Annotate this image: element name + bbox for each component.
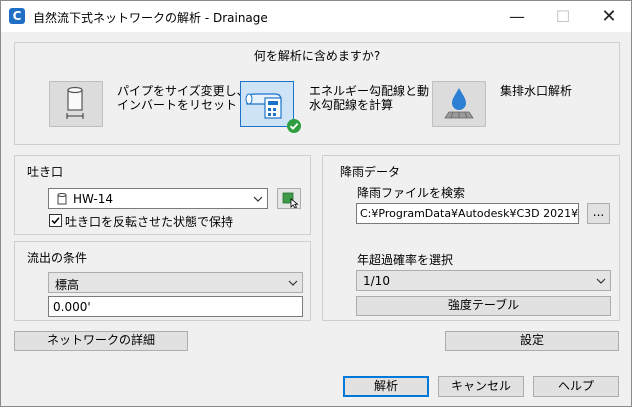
inlet-analysis-label: 集排水口解析 [500, 84, 573, 98]
chevron-down-icon [288, 280, 298, 286]
include-options-heading: 何を解析に含めますか? [253, 49, 381, 63]
rainfall-file-label: 降雨ファイルを検索 [357, 186, 466, 200]
outlet-structure-value: HW-14 [73, 192, 114, 206]
outlet-heading: 吐き口 [27, 165, 64, 179]
energy-grade-calc-icon [245, 93, 282, 119]
minimize-button[interactable]: — [494, 1, 540, 32]
settings-button[interactable]: 設定 [445, 331, 619, 351]
outlet-group: 吐き口 HW-14 吐き口を反転させた状態で保持 [14, 155, 311, 235]
rainfall-file-path-input[interactable]: C:¥ProgramData¥Autodesk¥C3D 2021¥jpn¥ [356, 203, 579, 224]
civil3d-app-icon: C [9, 8, 25, 24]
outflow-condition-group: 流出の条件 標高 0.000' [14, 241, 311, 321]
chevron-down-icon [253, 196, 263, 202]
pick-outlet-button[interactable] [277, 188, 301, 209]
cancel-button[interactable]: キャンセル [438, 376, 524, 397]
rainfall-data-group: 降雨データ 降雨ファイルを検索 C:¥ProgramData¥Autodesk¥… [322, 155, 620, 321]
outflow-condition-dropdown[interactable]: 標高 [48, 272, 303, 293]
resize-pipes-tile[interactable] [49, 81, 103, 127]
dialog-window: C 自然流下式ネットワークの解析 - Drainage — ☐ ✕ 何を解析に含… [0, 0, 632, 407]
reverse-outlet-label: 吐き口を反転させた状態で保持 [65, 215, 234, 229]
outflow-condition-heading: 流出の条件 [27, 251, 88, 265]
exceedance-probability-value: 1/10 [363, 274, 390, 288]
chevron-down-icon [596, 278, 606, 284]
title-bar: C 自然流下式ネットワークの解析 - Drainage — ☐ ✕ [1, 1, 631, 32]
analyze-button[interactable]: 解析 [343, 376, 429, 397]
exceedance-probability-dropdown[interactable]: 1/10 [356, 270, 611, 291]
energy-grade-label: エネルギー勾配線と動 水勾配線を計算 [309, 84, 430, 112]
rainfall-data-heading: 降雨データ [340, 165, 401, 179]
intensity-table-button[interactable]: 強度テーブル [356, 296, 611, 316]
exceedance-probability-label: 年超過確率を選択 [357, 253, 454, 267]
structure-icon [57, 193, 67, 205]
energy-grade-tile[interactable] [240, 81, 301, 133]
checkmark-icon [51, 217, 60, 225]
selected-check-icon [287, 119, 301, 133]
outlet-structure-dropdown[interactable]: HW-14 [48, 188, 268, 209]
browse-rainfall-file-button[interactable]: ... [587, 203, 610, 224]
maximize-button[interactable]: ☐ [540, 1, 586, 32]
pick-object-icon [282, 192, 299, 208]
pipe-resize-icon [66, 86, 84, 119]
network-details-button[interactable]: ネットワークの詳細 [14, 331, 188, 351]
window-title: 自然流下式ネットワークの解析 - Drainage [33, 11, 268, 25]
help-button[interactable]: ヘルプ [533, 376, 619, 397]
outflow-condition-value: 標高 [55, 278, 80, 292]
inlet-water-drop-icon [444, 88, 474, 119]
include-options-group: 何を解析に含めますか? パイプをサイズ変更し、 インバートをリセット エネルギー… [14, 42, 620, 145]
inlet-analysis-tile[interactable] [432, 81, 486, 127]
close-button[interactable]: ✕ [586, 1, 632, 32]
outflow-elevation-input[interactable]: 0.000' [48, 296, 303, 317]
reverse-outlet-checkbox[interactable] [49, 214, 62, 227]
resize-pipes-label: パイプをサイズ変更し、 インバートをリセット [117, 84, 249, 112]
